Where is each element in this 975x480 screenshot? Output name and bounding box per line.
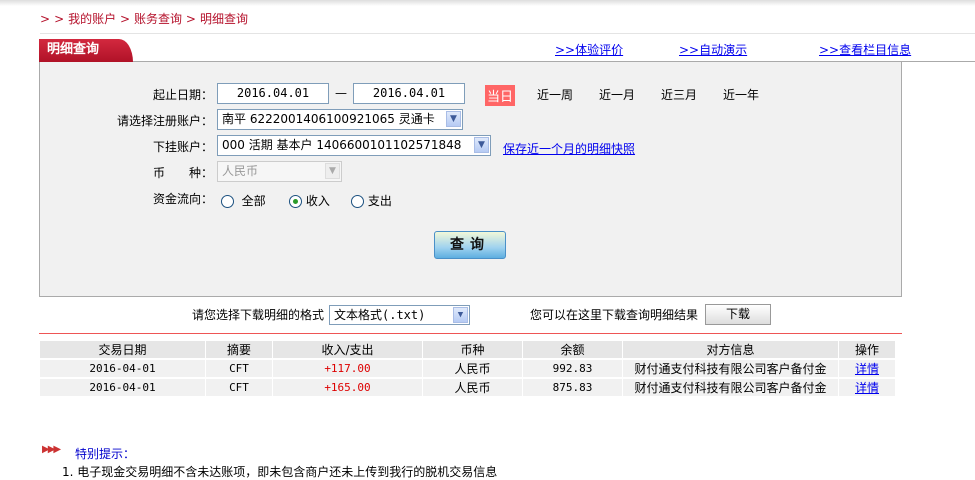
detail-link[interactable]: 详情 (855, 381, 879, 395)
col-counterparty: 对方信息 (622, 341, 839, 359)
col-amount: 收入/支出 (272, 341, 423, 359)
range-3months[interactable]: 近三月 (661, 86, 697, 103)
download-button[interactable]: 下载 (705, 304, 771, 325)
link-auto-demo[interactable]: >>自动演示 (679, 41, 747, 58)
account-label: 请选择注册账户： (116, 114, 213, 128)
cell-amount: +117.00 (272, 358, 423, 378)
link-column-info[interactable]: >>查看栏目信息 (819, 41, 911, 58)
range-year[interactable]: 近一年 (723, 86, 759, 103)
radio-all-label: 全部 (241, 194, 266, 208)
date-from-input[interactable]: 2016.04.01 (217, 83, 329, 104)
date-to-input[interactable]: 2016.04.01 (353, 83, 465, 104)
table-row: 2016-04-01 CFT +165.00 人民币 875.83 财付通支付科… (40, 377, 896, 396)
currency-value: 人民币 (222, 164, 259, 178)
table-row: 2016-04-01 CFT +117.00 人民币 992.83 财付通支付科… (40, 358, 896, 378)
cell-counterparty: 财付通支付科技有限公司客户备付金 (622, 358, 839, 378)
cell-amount: +165.00 (272, 377, 423, 396)
breadcrumb-account-query[interactable]: 账务查询 (134, 12, 182, 26)
cell-counterparty: 财付通支付科技有限公司客户备付金 (622, 377, 839, 396)
radio-checked-icon (289, 195, 302, 208)
flow-label: 资金流向： (152, 192, 213, 206)
detail-table: 交易日期 摘要 收入/支出 币种 余额 对方信息 操作 2016-04-01 C… (40, 341, 896, 396)
radio-income-label: 收入 (305, 194, 330, 208)
range-month[interactable]: 近一月 (599, 86, 635, 103)
currency-select: 人民币 ▼ (217, 161, 342, 182)
triple-arrow-icon: ▶▶▶ (42, 444, 61, 455)
download-hint: 您可以在这里下载查询明细结果 (530, 308, 699, 322)
date-separator: — (335, 86, 347, 100)
cell-balance: 875.83 (522, 377, 623, 396)
chevron-down-icon: ▼ (453, 307, 468, 323)
cell-currency: 人民币 (422, 358, 523, 378)
cell-summary: CFT (205, 377, 273, 396)
sub-account-value: 000 活期 基本户 1406600101102571848 (222, 138, 462, 152)
cell-summary: CFT (205, 358, 273, 378)
table-header: 交易日期 摘要 收入/支出 币种 余额 对方信息 操作 (40, 341, 896, 359)
divider (40, 33, 975, 34)
account-value: 南平 6222001406100921065 灵通卡 (222, 112, 435, 126)
date-label: 起止日期： (152, 88, 213, 102)
sub-account-label: 下挂账户： (152, 140, 213, 154)
download-format-select[interactable]: 文本格式(.txt) ▼ (329, 305, 470, 325)
radio-icon (351, 195, 364, 208)
col-action: 操作 (838, 341, 896, 359)
cell-date: 2016-04-01 (40, 358, 206, 378)
range-week[interactable]: 近一周 (537, 86, 573, 103)
currency-label: 币 种： (152, 166, 213, 180)
notice-item: 1. 电子现金交易明细不含未达账项，即未包含商户还未上传到我行的脱机交易信息 (62, 465, 498, 479)
cell-currency: 人民币 (422, 377, 523, 396)
range-today[interactable]: 当日 (485, 85, 516, 106)
top-shade (0, 0, 975, 6)
query-button[interactable]: 查询 (434, 231, 506, 259)
breadcrumb: > > 我的账户 > 账务查询 > 明细查询 (40, 12, 248, 26)
radio-expense-label: 支出 (367, 194, 392, 208)
tab-detail-query[interactable]: 明细查询 (39, 39, 133, 62)
download-format-label: 请您选择下载明细的格式 (192, 308, 325, 322)
chevron-down-icon: ▼ (446, 111, 461, 127)
radio-icon (221, 195, 234, 208)
cell-balance: 992.83 (522, 358, 623, 378)
chevron-down-icon: ▼ (325, 163, 340, 179)
divider (39, 333, 902, 334)
radio-income[interactable]: 收入 (289, 192, 330, 209)
account-select[interactable]: 南平 6222001406100921065 灵通卡 ▼ (217, 109, 463, 130)
download-format-value: 文本格式(.txt) (334, 308, 426, 322)
detail-link[interactable]: 详情 (855, 362, 879, 376)
notice-title: 特别提示： (75, 447, 136, 461)
save-snapshot-link[interactable]: 保存近一个月的明细快照 (503, 140, 635, 157)
breadcrumb-current: 明细查询 (199, 12, 248, 26)
link-feedback[interactable]: >>体验评价 (555, 41, 623, 58)
radio-all[interactable]: 全部 (221, 192, 266, 209)
col-currency: 币种 (422, 341, 523, 359)
col-balance: 余额 (522, 341, 623, 359)
col-date: 交易日期 (40, 341, 206, 359)
cell-date: 2016-04-01 (40, 377, 206, 396)
radio-expense[interactable]: 支出 (351, 192, 392, 209)
col-summary: 摘要 (205, 341, 273, 359)
chevron-down-icon: ▼ (474, 137, 489, 153)
breadcrumb-my-account[interactable]: 我的账户 (68, 12, 116, 26)
sub-account-select[interactable]: 000 活期 基本户 1406600101102571848 ▼ (217, 135, 491, 156)
